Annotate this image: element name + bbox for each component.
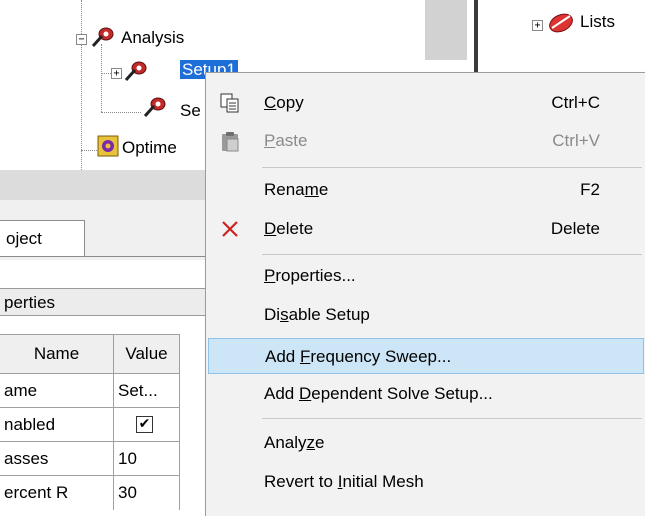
tree-item-setup2[interactable]: Se xyxy=(180,101,201,121)
column-header-value[interactable]: Value xyxy=(114,334,180,374)
property-value-cell[interactable]: 10 xyxy=(114,442,180,476)
enabled-checkbox[interactable]: ✔ xyxy=(136,416,153,433)
menu-item-copy[interactable]: Copy Ctrl+C xyxy=(208,85,644,121)
menu-item-add-frequency-sweep[interactable]: Add Frequency Sweep... xyxy=(208,338,644,374)
context-menu: Copy Ctrl+C Paste Ctrl+V Rename F2 Delet… xyxy=(205,72,645,516)
menu-item-shortcut: Ctrl+C xyxy=(551,93,600,112)
menu-item-shortcut: F2 xyxy=(580,180,600,199)
properties-grid: Name Value ame Set... nabled ✔ asses 10 … xyxy=(0,330,210,515)
scrollbar-track[interactable] xyxy=(425,0,467,60)
menu-separator xyxy=(262,418,642,419)
menu-separator xyxy=(262,167,642,168)
menu-item-label: Revert to Initial Mesh xyxy=(264,472,424,491)
menu-item-paste[interactable]: Paste Ctrl+V xyxy=(208,123,644,159)
property-value-cell[interactable]: ✔ xyxy=(114,408,180,442)
menu-item-add-dependent-solve-setup[interactable]: Add Dependent Solve Setup... xyxy=(208,376,644,412)
property-name-cell: ame xyxy=(0,374,114,408)
expand-setup1-toggle[interactable]: + xyxy=(111,68,122,79)
collapse-analysis-toggle[interactable]: − xyxy=(76,34,87,45)
tab-project[interactable]: oject xyxy=(0,220,85,256)
menu-item-shortcut: Ctrl+V xyxy=(552,131,600,150)
menu-item-disable-setup[interactable]: Disable Setup xyxy=(208,297,644,333)
right-tree-pane: + Lists xyxy=(490,0,645,80)
menu-item-label: Delete xyxy=(264,219,314,238)
menu-item-analyze[interactable]: Analyze xyxy=(208,425,644,461)
menu-item-label: Copy xyxy=(264,93,304,112)
menu-separator xyxy=(262,254,642,255)
panel-splitter[interactable] xyxy=(0,170,210,200)
column-header-name[interactable]: Name xyxy=(0,334,114,374)
menu-item-rename[interactable]: Rename F2 xyxy=(208,172,644,208)
expand-lists-toggle[interactable]: + xyxy=(532,20,543,31)
property-value-cell[interactable]: 30 xyxy=(114,476,180,510)
menu-item-shortcut: Delete xyxy=(550,219,600,238)
menu-item-label: Analyze xyxy=(264,433,325,452)
menu-item-label: Disable Setup xyxy=(264,305,370,324)
delete-icon xyxy=(222,221,238,237)
menu-item-label: Add Frequency Sweep... xyxy=(265,347,452,366)
menu-item-label: Rename xyxy=(264,180,329,199)
copy-icon xyxy=(220,93,239,113)
menu-item-label: Add Dependent Solve Setup... xyxy=(264,384,493,403)
menu-item-delete[interactable]: Delete Delete xyxy=(208,211,644,247)
tree-item-optimetrics[interactable]: Optime xyxy=(122,138,177,158)
setup-icon xyxy=(143,97,166,118)
menu-item-label: Properties... xyxy=(264,266,356,285)
tab-divider xyxy=(0,256,210,257)
setup-icon xyxy=(124,61,147,82)
property-value-cell[interactable]: Set... xyxy=(114,374,180,408)
pane-divider xyxy=(474,0,478,80)
tree-item-analysis[interactable]: Analysis xyxy=(121,28,184,48)
lists-icon xyxy=(549,13,573,33)
menu-item-properties[interactable]: Properties... xyxy=(208,258,644,294)
property-name-cell: asses xyxy=(0,442,114,476)
analysis-icon xyxy=(91,27,114,48)
paste-icon xyxy=(222,132,239,152)
tree-item-lists[interactable]: Lists xyxy=(580,12,615,32)
properties-header: perties xyxy=(0,288,210,316)
menu-item-label: Paste xyxy=(264,131,308,150)
optimetrics-icon xyxy=(97,135,119,157)
menu-item-revert-to-initial-mesh[interactable]: Revert to Initial Mesh xyxy=(208,464,644,500)
property-name-cell: ercent R xyxy=(0,476,114,510)
property-name-cell: nabled xyxy=(0,408,114,442)
